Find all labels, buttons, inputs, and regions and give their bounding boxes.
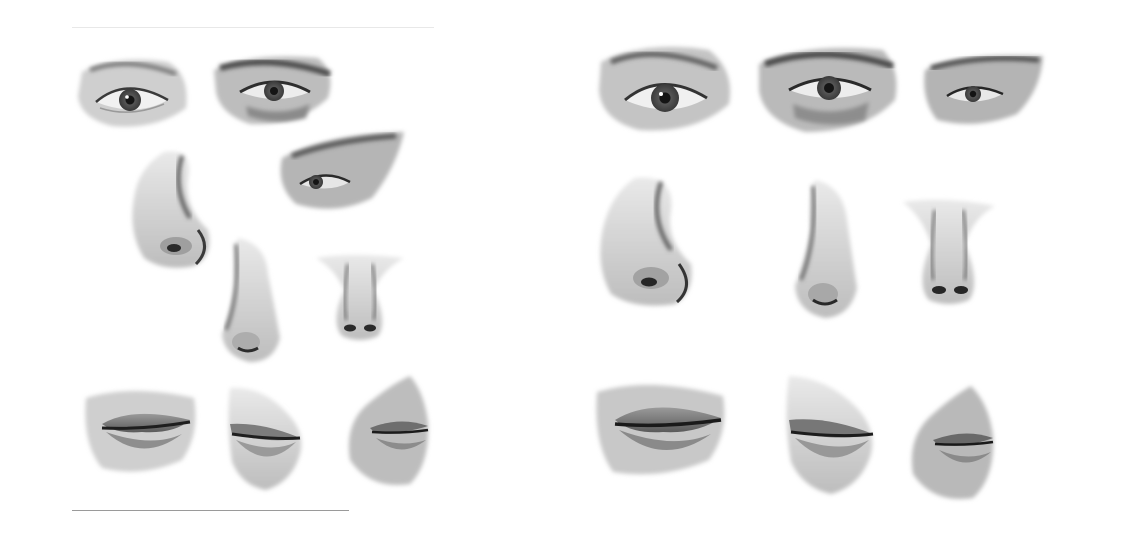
mouth-study-profile bbox=[340, 372, 432, 490]
bottom-divider-line bbox=[72, 510, 349, 511]
eye-study-front bbox=[755, 40, 901, 136]
eye-study-three-quarter bbox=[276, 128, 406, 216]
eye-study-three-quarter bbox=[921, 50, 1047, 130]
mouth-study-profile bbox=[905, 382, 997, 504]
mouth-study-profile bbox=[781, 372, 881, 498]
nose-study-front bbox=[901, 196, 997, 308]
mouth-study-three-quarter bbox=[82, 384, 200, 478]
nose-study-three-quarter bbox=[124, 148, 214, 274]
eye-study-front bbox=[595, 40, 735, 136]
nose-study-three-quarter bbox=[595, 174, 695, 310]
nose-study-profile bbox=[216, 234, 286, 368]
right-study-sheet bbox=[575, 0, 1141, 543]
mouth-study-three-quarter bbox=[593, 376, 729, 480]
nose-study-profile bbox=[791, 176, 861, 326]
nose-study-front bbox=[312, 250, 408, 344]
top-divider-line bbox=[72, 27, 434, 28]
left-study-sheet bbox=[0, 0, 450, 543]
eye-study-front bbox=[76, 52, 192, 134]
eye-study-front bbox=[210, 52, 338, 130]
mouth-study-profile bbox=[222, 382, 308, 494]
